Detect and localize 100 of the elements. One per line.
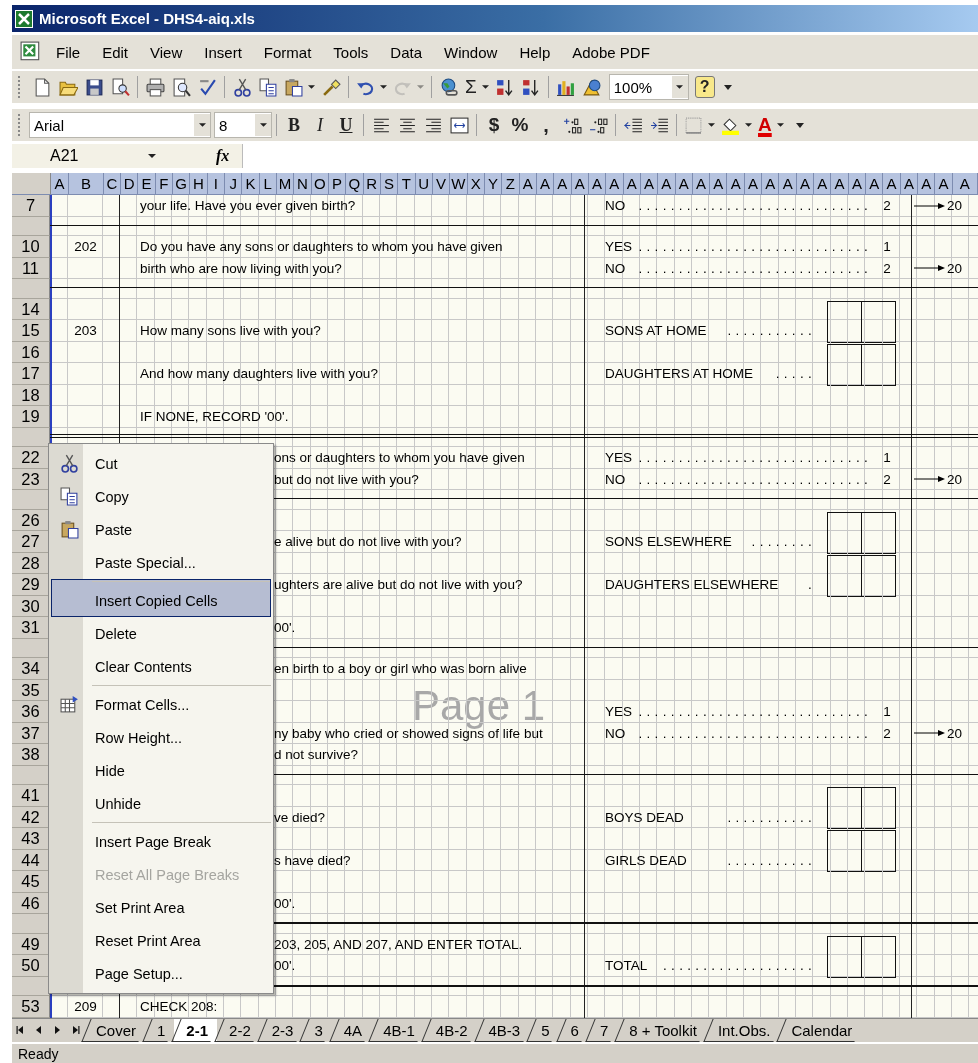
column-header[interactable]: C bbox=[104, 173, 121, 194]
grip-handle[interactable] bbox=[18, 76, 23, 98]
column-header[interactable]: F bbox=[155, 173, 173, 194]
zoom-dropdown[interactable]: 100% bbox=[608, 74, 689, 100]
menu-item[interactable]: Clear Contents bbox=[51, 650, 271, 683]
column-header[interactable]: U bbox=[415, 173, 433, 194]
row-header[interactable]: 10 bbox=[12, 236, 50, 258]
sheet-tab[interactable]: 2-2 bbox=[217, 1018, 260, 1042]
comma-button[interactable]: , bbox=[533, 112, 559, 138]
row-header[interactable]: 15 bbox=[12, 320, 50, 342]
menu-item[interactable]: File bbox=[56, 43, 81, 61]
column-header[interactable]: A bbox=[900, 173, 919, 194]
menu-item[interactable]: Copy bbox=[51, 480, 271, 513]
sheet-tab[interactable]: Int.Obs. bbox=[705, 1018, 780, 1042]
column-header[interactable]: A bbox=[796, 173, 815, 194]
column-header[interactable]: A bbox=[710, 173, 728, 194]
row-header[interactable]: 14 bbox=[12, 298, 50, 320]
column-header[interactable]: G bbox=[173, 173, 191, 194]
column-header[interactable]: A bbox=[536, 173, 555, 194]
column-header[interactable]: A bbox=[658, 173, 676, 194]
menu-item[interactable]: Insert Copied Cells bbox=[51, 579, 271, 617]
row-header[interactable]: 43 bbox=[12, 828, 50, 850]
column-header[interactable]: P bbox=[328, 173, 347, 194]
menu-item[interactable]: Help bbox=[519, 43, 551, 61]
italic-button[interactable]: I bbox=[307, 112, 333, 138]
column-header[interactable]: M bbox=[276, 173, 295, 194]
sheet-tab[interactable]: 5 bbox=[529, 1018, 559, 1042]
menu-item[interactable]: Cut bbox=[51, 447, 271, 480]
sheet-tab[interactable]: 4B-1 bbox=[371, 1018, 424, 1042]
menu-item[interactable]: Tools bbox=[333, 43, 369, 61]
menu-item[interactable]: Insert bbox=[204, 43, 242, 61]
menu-item[interactable]: Unhide bbox=[51, 787, 271, 820]
column-header[interactable]: D bbox=[121, 173, 139, 194]
column-header[interactable]: A bbox=[779, 173, 797, 194]
column-header[interactable]: A bbox=[831, 173, 849, 194]
grip-handle[interactable] bbox=[18, 114, 23, 136]
column-header[interactable]: Q bbox=[346, 173, 364, 194]
bold-button[interactable]: B bbox=[281, 112, 307, 138]
sheet-tab[interactable]: 4B-2 bbox=[423, 1018, 477, 1042]
column-header[interactable]: O bbox=[311, 173, 329, 194]
underline-button[interactable]: U bbox=[333, 112, 359, 138]
column-header[interactable]: J bbox=[224, 173, 243, 194]
sheet-tab[interactable]: 2-1 bbox=[174, 1018, 218, 1042]
row-header[interactable]: 50 bbox=[12, 955, 50, 977]
column-header[interactable]: A bbox=[640, 173, 659, 194]
column-header[interactable]: L bbox=[259, 173, 277, 194]
column-header[interactable]: B bbox=[69, 173, 104, 194]
menu-item[interactable]: View bbox=[150, 43, 183, 61]
row-header[interactable]: 34 bbox=[12, 658, 50, 680]
menu-item[interactable]: Reset Print Area bbox=[51, 924, 271, 957]
sheet-tab[interactable]: 4A bbox=[331, 1018, 372, 1042]
row-header[interactable]: 19 bbox=[12, 406, 50, 428]
row-header[interactable]: 41 bbox=[12, 785, 50, 807]
menu-item[interactable]: Set Print Area bbox=[51, 891, 271, 924]
insert-function-button[interactable]: fx bbox=[216, 147, 236, 165]
column-header[interactable]: Z bbox=[502, 173, 520, 194]
row-header[interactable]: 18 bbox=[12, 384, 50, 406]
column-header[interactable]: A bbox=[866, 173, 884, 194]
column-header[interactable]: V bbox=[432, 173, 451, 194]
help-button[interactable]: ? bbox=[694, 76, 715, 98]
font-size-dropdown[interactable]: 8 bbox=[214, 112, 272, 138]
column-header[interactable]: A bbox=[883, 173, 901, 194]
sheet-tab[interactable]: 2-3 bbox=[259, 1018, 303, 1042]
row-header[interactable]: 17 bbox=[12, 363, 50, 385]
sheet-tab[interactable]: 4B-3 bbox=[476, 1018, 530, 1042]
row-header[interactable]: 22 bbox=[12, 447, 50, 469]
currency-button[interactable]: $ bbox=[481, 112, 507, 138]
autosum-button[interactable]: Σ bbox=[462, 74, 492, 100]
menu-item[interactable]: Window bbox=[444, 43, 498, 61]
column-header[interactable]: A bbox=[554, 173, 572, 194]
workbook-icon[interactable] bbox=[20, 41, 42, 63]
column-header[interactable]: A bbox=[952, 173, 978, 194]
row-header[interactable]: 36 bbox=[12, 701, 50, 723]
row-header[interactable]: 11 bbox=[12, 257, 50, 279]
percent-button[interactable]: % bbox=[507, 112, 533, 138]
name-box[interactable]: A21 bbox=[12, 145, 160, 167]
column-header[interactable]: A bbox=[623, 173, 641, 194]
row-header[interactable]: 45 bbox=[12, 871, 50, 893]
sheet-tab[interactable]: 7 bbox=[587, 1018, 618, 1042]
menu-item[interactable]: Data bbox=[390, 43, 423, 61]
column-header[interactable]: T bbox=[398, 173, 416, 194]
row-header[interactable]: 27 bbox=[12, 531, 50, 553]
sheet-tab[interactable]: 8 + Toolkit bbox=[617, 1018, 706, 1042]
column-header[interactable]: R bbox=[363, 173, 381, 194]
menu-item[interactable]: Hide bbox=[51, 754, 271, 787]
column-header[interactable]: H bbox=[190, 173, 208, 194]
row-header[interactable]: 53 bbox=[12, 996, 50, 1018]
sheet-tab[interactable]: 3 bbox=[302, 1018, 332, 1042]
row-header[interactable]: 16 bbox=[12, 341, 50, 363]
menu-item[interactable]: Paste bbox=[51, 513, 271, 546]
font-color-button[interactable]: A bbox=[755, 112, 787, 138]
column-header[interactable]: X bbox=[467, 173, 485, 194]
column-header[interactable]: A bbox=[51, 173, 69, 194]
column-header[interactable]: A bbox=[814, 173, 832, 194]
column-header[interactable]: A bbox=[935, 173, 953, 194]
column-header[interactable]: A bbox=[519, 173, 537, 194]
column-header[interactable]: A bbox=[918, 173, 936, 194]
menu-item[interactable]: Format bbox=[263, 43, 312, 61]
column-header[interactable]: A bbox=[848, 173, 867, 194]
column-header[interactable]: Y bbox=[484, 173, 503, 194]
